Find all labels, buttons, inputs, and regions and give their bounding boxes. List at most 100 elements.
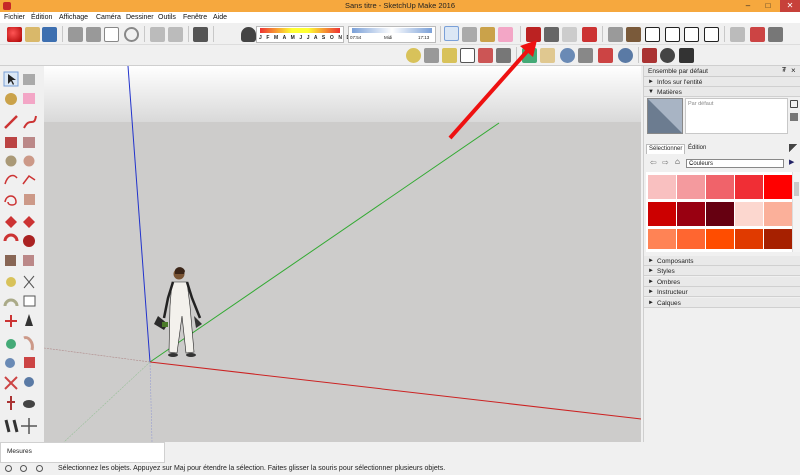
panel-entity-info[interactable]: ► Infos sur l'entité	[644, 77, 800, 87]
panel-instructor[interactable]: ► Instructeur	[644, 287, 800, 297]
shadow-month-gradient[interactable]	[260, 28, 340, 33]
shadow-time-gradient[interactable]	[352, 28, 432, 33]
orbit-icon[interactable]	[522, 48, 537, 63]
select-icon[interactable]	[444, 26, 459, 41]
model-viewport[interactable]	[44, 66, 641, 442]
menu-fenetre[interactable]: Fenêtre	[183, 14, 207, 21]
large-tool-set-icons[interactable]	[0, 66, 44, 442]
extension-warehouse-icon[interactable]	[582, 27, 597, 42]
swatch[interactable]	[706, 202, 734, 226]
menu-edition[interactable]: Édition	[31, 14, 52, 21]
swatch[interactable]	[677, 175, 705, 199]
iso-view-icon[interactable]	[608, 27, 623, 42]
create-material-icon[interactable]	[790, 100, 798, 108]
swatch[interactable]	[735, 202, 763, 226]
zoom-window-icon[interactable]	[578, 48, 593, 63]
panel-shadows[interactable]: ► Ombres	[644, 277, 800, 287]
swatch[interactable]	[764, 202, 792, 226]
panel-styles[interactable]: ► Styles	[644, 266, 800, 276]
layers-icon[interactable]	[750, 27, 765, 42]
previous-view-icon[interactable]	[618, 48, 633, 63]
palette-scrollbar[interactable]	[792, 172, 800, 252]
shadows-toggle-icon[interactable]	[241, 27, 256, 42]
default-material-icon[interactable]	[790, 113, 798, 121]
tab-select[interactable]: Sélectionner	[646, 144, 686, 154]
erase-icon[interactable]	[124, 27, 139, 42]
swatch[interactable]	[706, 175, 734, 199]
save-icon[interactable]	[42, 27, 57, 42]
sample-paint-icon[interactable]	[789, 144, 798, 153]
current-material-swatch	[647, 98, 683, 134]
paste-icon[interactable]	[104, 27, 119, 42]
make-component-icon[interactable]	[462, 27, 477, 42]
menu-aide[interactable]: Aide	[213, 14, 227, 21]
panel-materials[interactable]: ▼ Matières	[644, 87, 800, 97]
panel-components[interactable]: ► Composants	[644, 256, 800, 266]
maximize-button[interactable]: □	[758, 0, 778, 12]
tape-icon[interactable]	[406, 48, 421, 63]
measurements-box[interactable]: Mesures	[0, 442, 165, 463]
help-icon[interactable]	[36, 465, 43, 472]
tray-pin-icon[interactable]: ₮	[782, 67, 786, 74]
copy-icon[interactable]	[86, 27, 101, 42]
minimize-button[interactable]: –	[738, 0, 758, 12]
text-icon[interactable]	[460, 48, 475, 63]
swatch[interactable]	[706, 229, 734, 249]
home-icon[interactable]: ⌂	[675, 157, 680, 166]
panel-layers[interactable]: ► Calques	[644, 298, 800, 308]
open-icon[interactable]	[25, 27, 40, 42]
left-view-icon[interactable]	[704, 27, 719, 42]
zoom-icon[interactable]	[560, 48, 575, 63]
walk-icon[interactable]	[679, 48, 694, 63]
swatch[interactable]	[735, 229, 763, 249]
swatch[interactable]	[677, 202, 705, 226]
protractor-icon[interactable]	[442, 48, 457, 63]
details-arrow-icon[interactable]: ▶	[789, 158, 794, 166]
undo-icon[interactable]	[150, 27, 165, 42]
swatch[interactable]	[764, 175, 792, 199]
scrollbar-thumb[interactable]	[794, 182, 799, 196]
tab-edit[interactable]: Édition	[686, 144, 708, 154]
cut-icon[interactable]	[68, 27, 83, 42]
print-icon[interactable]	[193, 27, 208, 42]
swatch[interactable]	[735, 175, 763, 199]
menu-camera[interactable]: Caméra	[96, 14, 121, 21]
swatch[interactable]	[648, 175, 676, 199]
swatch[interactable]	[648, 202, 676, 226]
back-view-icon[interactable]	[684, 27, 699, 42]
close-button[interactable]: ✕	[780, 0, 800, 12]
back-arrow-icon[interactable]: ⇦	[650, 158, 657, 167]
material-name-field[interactable]: Par défaut	[685, 98, 788, 134]
top-view-icon[interactable]	[626, 27, 641, 42]
eraser-icon[interactable]	[498, 27, 513, 42]
share-model-icon[interactable]	[544, 27, 559, 42]
zoom-extents-icon[interactable]	[598, 48, 613, 63]
styles-icon[interactable]	[730, 27, 745, 42]
front-view-icon[interactable]	[645, 27, 660, 42]
axes-icon[interactable]	[478, 48, 493, 63]
redo-icon[interactable]	[168, 27, 183, 42]
new-icon[interactable]	[7, 27, 22, 42]
swatch[interactable]	[648, 229, 676, 249]
swatch[interactable]	[677, 229, 705, 249]
right-view-icon[interactable]	[665, 27, 680, 42]
paint-bucket-icon[interactable]	[480, 27, 495, 42]
pan-icon[interactable]	[540, 48, 555, 63]
menu-affichage[interactable]: Affichage	[59, 14, 88, 21]
menu-dessiner[interactable]: Dessiner	[126, 14, 154, 21]
geo-location-icon[interactable]	[5, 465, 12, 472]
collection-select[interactable]: Couleurs ⌄	[686, 159, 784, 168]
menu-fichier[interactable]: Fichier	[4, 14, 25, 21]
look-around-icon[interactable]	[660, 48, 675, 63]
share-component-icon[interactable]	[562, 27, 577, 42]
ruby-console-icon[interactable]	[768, 27, 783, 42]
position-camera-icon[interactable]	[642, 48, 657, 63]
credits-icon[interactable]	[20, 465, 27, 472]
get-models-icon[interactable]	[526, 27, 541, 42]
forward-arrow-icon[interactable]: ⇨	[662, 158, 669, 167]
tray-close-icon[interactable]: ×	[791, 66, 796, 75]
menu-outils[interactable]: Outils	[158, 14, 176, 21]
dimension-icon[interactable]	[424, 48, 439, 63]
swatch[interactable]	[764, 229, 792, 249]
3d-text-icon[interactable]	[496, 48, 511, 63]
